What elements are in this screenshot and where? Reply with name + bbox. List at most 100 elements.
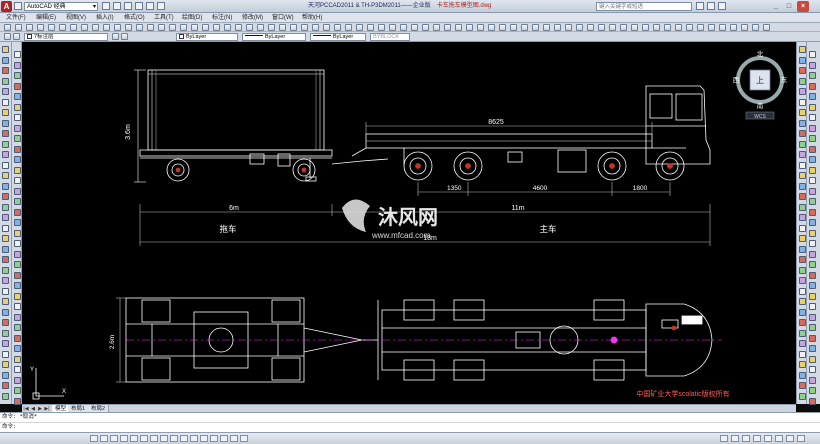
tool-icon[interactable]: [2, 46, 9, 53]
tool-icon[interactable]: [809, 376, 816, 384]
tool-icon[interactable]: [799, 298, 806, 305]
tool-icon[interactable]: [191, 24, 198, 31]
tool-icon[interactable]: [14, 229, 21, 237]
tool-icon[interactable]: [799, 371, 806, 379]
menu-format[interactable]: 格式(O): [124, 13, 145, 23]
tool-icon[interactable]: [2, 266, 9, 274]
search-input[interactable]: 键入关键字或短语: [596, 2, 692, 11]
tool-icon[interactable]: [809, 292, 816, 300]
tool-icon[interactable]: [14, 334, 21, 342]
model-space-canvas[interactable]: 8625 3.6m 1350 4600 1800 6m 11m 拖车 主车 18…: [22, 42, 796, 404]
tool-icon[interactable]: [554, 24, 561, 31]
tool-icon[interactable]: [2, 329, 9, 337]
tool-icon[interactable]: [2, 119, 9, 127]
tool-icon[interactable]: [433, 24, 440, 31]
tool-icon[interactable]: [4, 24, 11, 31]
tool-icon[interactable]: [257, 24, 264, 31]
tool-icon[interactable]: [14, 219, 21, 226]
tool-icon[interactable]: [809, 208, 816, 216]
command-line[interactable]: 命令: *取消* 命令:: [0, 412, 820, 432]
tool-icon[interactable]: [14, 198, 21, 205]
tool-icon[interactable]: [14, 114, 21, 121]
status-toggle-icon[interactable]: [170, 435, 178, 442]
tool-icon[interactable]: [14, 166, 21, 174]
tool-icon[interactable]: [799, 308, 806, 316]
tool-icon[interactable]: [2, 371, 9, 379]
tool-icon[interactable]: [477, 24, 484, 31]
tool-icon[interactable]: [799, 329, 806, 337]
new-icon[interactable]: [102, 2, 110, 10]
tool-icon[interactable]: [809, 282, 816, 289]
tool-icon[interactable]: [81, 24, 88, 31]
tool-icon[interactable]: [2, 350, 9, 358]
status-toggle-icon[interactable]: [200, 435, 208, 442]
tool-icon[interactable]: [510, 24, 517, 31]
status-tray-icon[interactable]: [764, 435, 772, 442]
tool-icon[interactable]: [809, 103, 816, 111]
menu-window[interactable]: 窗口(W): [272, 13, 294, 23]
tool-icon[interactable]: [14, 103, 21, 111]
tool-icon[interactable]: [26, 24, 33, 31]
tool-icon[interactable]: [809, 250, 816, 258]
tool-icon[interactable]: [2, 193, 9, 200]
tool-icon[interactable]: [2, 287, 9, 295]
tool-icon[interactable]: [14, 313, 21, 321]
menu-modify[interactable]: 修改(M): [242, 13, 263, 23]
tool-icon[interactable]: [2, 88, 9, 95]
tool-icon[interactable]: [180, 24, 187, 31]
tool-icon[interactable]: [2, 256, 9, 263]
tool-icon[interactable]: [444, 24, 451, 31]
tool-icon[interactable]: [70, 24, 77, 31]
tool-icon[interactable]: [2, 140, 9, 148]
tool-icon[interactable]: [653, 24, 660, 31]
tool-icon[interactable]: [2, 382, 9, 389]
close-button[interactable]: ×: [797, 1, 809, 12]
tool-icon[interactable]: [125, 24, 132, 31]
tool-icon[interactable]: [114, 24, 121, 31]
tool-icon[interactable]: [59, 24, 66, 31]
layer-manager-icon[interactable]: [4, 33, 11, 40]
tool-icon[interactable]: [14, 271, 21, 279]
tool-icon[interactable]: [809, 166, 816, 174]
tool-icon[interactable]: [279, 24, 286, 31]
tool-icon[interactable]: [799, 277, 806, 284]
tool-icon[interactable]: [14, 292, 21, 300]
tool-icon[interactable]: [708, 24, 715, 31]
tool-icon[interactable]: [48, 24, 55, 31]
tool-icon[interactable]: [14, 51, 21, 58]
tool-icon[interactable]: [14, 250, 21, 258]
status-tray-icon[interactable]: [742, 435, 750, 442]
tool-icon[interactable]: [664, 24, 671, 31]
tool-icon[interactable]: [2, 245, 9, 253]
tool-icon[interactable]: [799, 287, 806, 295]
tool-icon[interactable]: [2, 151, 9, 158]
tool-icon[interactable]: [147, 24, 154, 31]
tool-icon[interactable]: [631, 24, 638, 31]
redo-icon[interactable]: [146, 2, 154, 10]
tool-icon[interactable]: [565, 24, 572, 31]
tool-icon[interactable]: [14, 345, 21, 352]
tool-icon[interactable]: [809, 156, 816, 163]
status-tray-icon[interactable]: [786, 435, 794, 442]
tool-icon[interactable]: [14, 187, 21, 195]
tool-icon[interactable]: [809, 261, 816, 268]
tool-icon[interactable]: [14, 82, 21, 90]
tool-icon[interactable]: [389, 24, 396, 31]
menu-file[interactable]: 文件(F): [6, 13, 26, 23]
tool-icon[interactable]: [809, 135, 816, 142]
tool-icon[interactable]: [697, 24, 704, 31]
tool-icon[interactable]: [301, 24, 308, 31]
tool-icon[interactable]: [2, 319, 9, 326]
tool-icon[interactable]: [224, 24, 231, 31]
tool-icon[interactable]: [400, 24, 407, 31]
tool-icon[interactable]: [532, 24, 539, 31]
tool-icon[interactable]: [235, 24, 242, 31]
tool-icon[interactable]: [799, 361, 806, 368]
maximize-button[interactable]: □: [783, 1, 795, 12]
tool-icon[interactable]: [719, 24, 726, 31]
workspace-selector[interactable]: AutoCAD 经典 ▾: [24, 2, 98, 11]
tool-icon[interactable]: [2, 298, 9, 305]
tool-icon[interactable]: [14, 124, 21, 132]
tool-icon[interactable]: [367, 24, 374, 31]
tool-icon[interactable]: [799, 67, 806, 74]
